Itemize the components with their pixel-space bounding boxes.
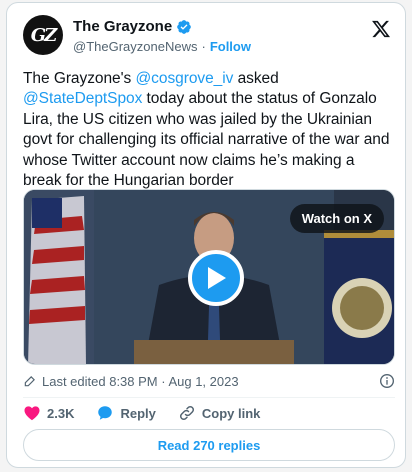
verified-badge-icon xyxy=(177,19,192,34)
copy-link-label: Copy link xyxy=(201,405,261,421)
mention-statedeptspox[interactable]: @StateDeptSpox xyxy=(23,90,142,107)
copy-link-button[interactable]: Copy link xyxy=(178,404,261,422)
action-bar: 2.3K Reply Copy link xyxy=(23,403,282,423)
separator-dot: · xyxy=(201,39,206,54)
edit-pencil-icon xyxy=(24,376,35,387)
tweet-card: GZ The Grayzone @TheGrayzoneNews · Follo… xyxy=(6,2,406,468)
name-line: The Grayzone xyxy=(73,18,192,35)
x-logo-icon[interactable] xyxy=(371,19,391,39)
tweet-text-part: asked xyxy=(233,70,279,87)
mention-cosgrove[interactable]: @cosgrove_iv xyxy=(135,70,233,87)
tweet-text: The Grayzone's @cosgrove_iv asked @State… xyxy=(23,69,395,191)
tweet-header: GZ The Grayzone @TheGrayzoneNews · Follo… xyxy=(23,15,391,59)
reply-label: Reply xyxy=(120,405,156,421)
watch-on-x-button[interactable]: Watch on X xyxy=(289,204,384,233)
follow-button[interactable]: Follow xyxy=(210,39,251,54)
tweet-meta: Last edited 8:38 PM · Aug 1, 2023 xyxy=(23,373,395,389)
display-name[interactable]: The Grayzone xyxy=(73,18,172,35)
like-count: 2.3K xyxy=(47,405,75,421)
video-media[interactable]: Watch on X xyxy=(23,189,395,365)
play-button[interactable] xyxy=(188,250,244,306)
play-icon xyxy=(208,267,226,289)
handle[interactable]: @TheGrayzoneNews xyxy=(73,39,197,54)
last-edited-timestamp[interactable]: Last edited 8:38 PM · Aug 1, 2023 xyxy=(42,374,239,389)
state-department-flag-image xyxy=(324,230,394,364)
read-replies-button[interactable]: Read 270 replies xyxy=(23,429,395,461)
us-flag-image xyxy=(24,190,94,364)
heart-icon xyxy=(24,406,40,421)
tweet-text-part: The Grayzone's xyxy=(23,70,136,87)
handle-line: @TheGrayzoneNews · Follow xyxy=(73,39,251,54)
divider xyxy=(23,397,395,398)
avatar[interactable]: GZ xyxy=(23,15,63,55)
reply-bubble-icon xyxy=(98,406,113,420)
info-icon[interactable] xyxy=(379,373,395,389)
reply-button[interactable]: Reply xyxy=(96,404,156,422)
like-button[interactable]: 2.3K xyxy=(23,404,74,422)
link-icon xyxy=(179,405,194,421)
